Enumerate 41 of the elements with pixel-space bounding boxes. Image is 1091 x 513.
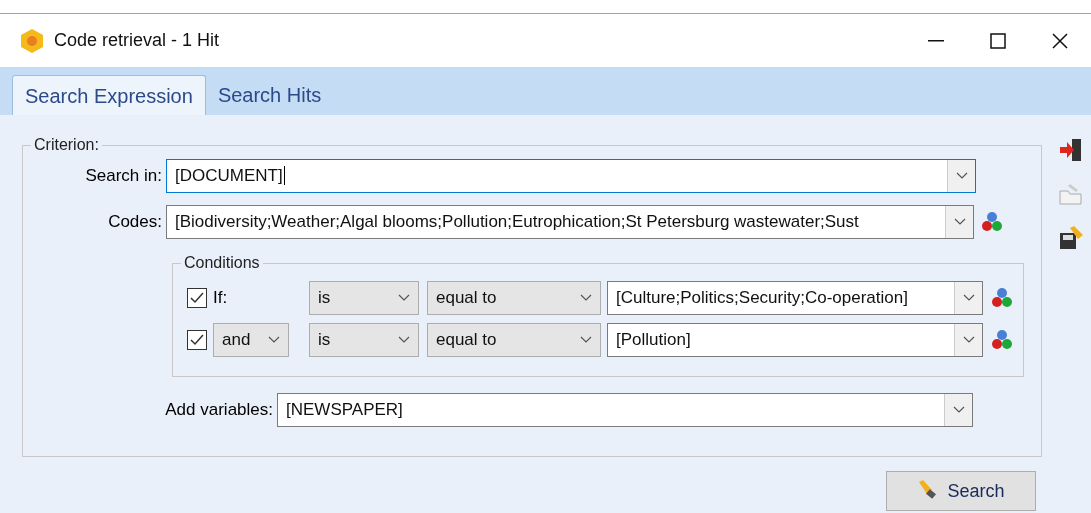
close-icon [1052, 32, 1068, 49]
chevron-down-icon [580, 294, 592, 302]
field-label: Search in: [84, 165, 163, 188]
cubes-icon[interactable] [980, 210, 1004, 234]
search-button[interactable]: Search [886, 471, 1036, 511]
group-label: Criterion: [33, 135, 100, 155]
chevron-down-icon [953, 218, 966, 226]
chevron-down-icon [962, 294, 975, 302]
field-label: Add variables: [164, 399, 274, 422]
chevron-down-icon [955, 172, 968, 180]
field-label: Codes: [107, 211, 163, 234]
combo-box[interactable]: [Biodiversity;Weather;Algal blooms;Pollution;Eutrophication;St Petersburg wastewater;Sust [166, 205, 974, 239]
cubes-icon[interactable] [990, 286, 1014, 310]
chevron-down-icon [580, 336, 592, 344]
maximize-icon [990, 32, 1006, 49]
combo-box[interactable]: [Culture;Politics;Security;Co-operation] [607, 281, 983, 315]
chevron-down-icon [268, 336, 280, 344]
combo-box[interactable]: [Pollution] [607, 323, 983, 357]
cubes-icon[interactable] [990, 328, 1014, 352]
condition-label: If: [213, 287, 228, 310]
dropdown[interactable]: is [309, 323, 419, 357]
checkbox[interactable] [187, 288, 207, 308]
dropdown[interactable]: is [309, 281, 419, 315]
chevron-down-icon [398, 336, 410, 344]
save-icon[interactable] [1058, 225, 1084, 251]
dropdown[interactable]: and [213, 323, 289, 357]
combo-box[interactable]: [NEWSPAPER] [277, 393, 973, 427]
dropdown[interactable]: equal to [427, 281, 601, 315]
chevron-down-icon [962, 336, 975, 344]
window-title: Code retrieval - 1 Hit [54, 29, 220, 52]
dropdown[interactable]: equal to [427, 323, 601, 357]
exit-door-icon[interactable] [1058, 137, 1084, 163]
app-logo-icon [18, 26, 46, 55]
combo-box[interactable]: [DOCUMENT] [166, 159, 976, 193]
chevron-down-icon [952, 406, 965, 414]
chevron-down-icon [398, 294, 410, 302]
checkbox[interactable] [187, 330, 207, 350]
tab[interactable]: Search Expression [12, 75, 206, 115]
minimize-icon [928, 39, 944, 42]
tab[interactable]: Search Hits [205, 75, 334, 115]
group-label: Conditions [183, 253, 261, 273]
